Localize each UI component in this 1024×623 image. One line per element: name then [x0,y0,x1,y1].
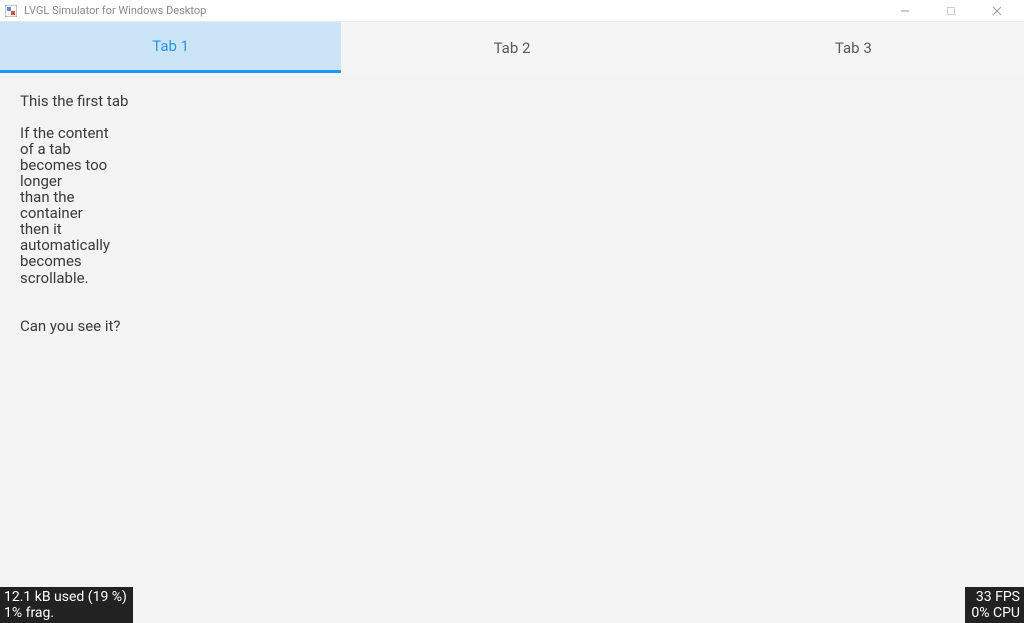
tab-label: Tab 3 [835,39,872,57]
tab-bar: Tab 1 Tab 2 Tab 3 [0,22,1024,73]
app-icon [4,4,18,18]
status-memory-frag: 1% frag. [4,605,127,621]
tab-1[interactable]: Tab 1 [0,22,341,73]
minimize-button[interactable] [882,0,928,22]
window-controls [882,0,1020,22]
tab-content-area: This the first tab If the content of a t… [0,73,1024,623]
tab-label: Tab 1 [152,37,189,55]
window-titlebar: LVGL Simulator for Windows Desktop [0,0,1024,22]
tab-2[interactable]: Tab 2 [341,22,682,73]
status-performance-overlay: 33 FPS 0% CPU [965,587,1024,623]
status-memory-used: 12.1 kB used (19 %) [4,589,127,605]
tab-content-text: This the first tab If the content of a t… [20,93,150,334]
status-fps: 33 FPS [971,589,1020,605]
status-memory-overlay: 12.1 kB used (19 %) 1% frag. [0,587,133,623]
close-button[interactable] [974,0,1020,22]
tab-3[interactable]: Tab 3 [683,22,1024,73]
window-title: LVGL Simulator for Windows Desktop [24,4,882,17]
tab-label: Tab 2 [494,39,531,57]
maximize-button[interactable] [928,0,974,22]
status-cpu: 0% CPU [971,605,1020,621]
